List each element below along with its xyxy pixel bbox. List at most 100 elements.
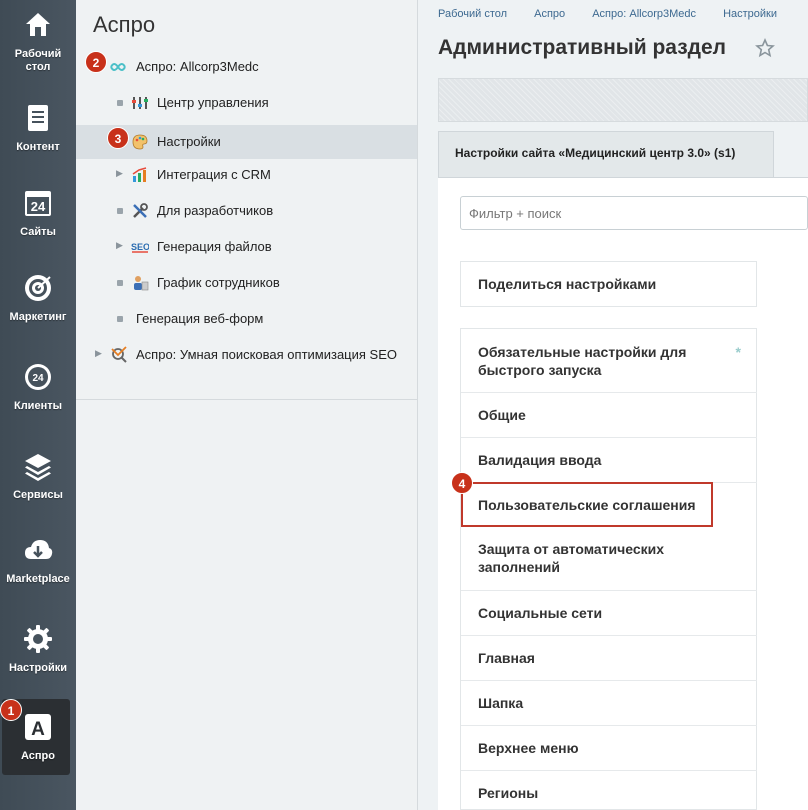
- gear-icon: [24, 625, 52, 653]
- svg-text:24: 24: [32, 373, 44, 384]
- menu-label-marketing: Маркетинг: [9, 311, 67, 323]
- tree-item-label: Генерация файлов: [157, 239, 272, 254]
- filter-search-input[interactable]: [460, 196, 808, 230]
- tree-item-label: Настройки: [157, 134, 221, 149]
- list-item-label: Валидация ввода: [478, 452, 602, 468]
- svg-text:SEO: SEO: [131, 242, 149, 252]
- tree-item-label: Генерация веб-форм: [136, 311, 264, 326]
- menu-item-sites[interactable]: 24 Сайты: [0, 188, 76, 239]
- list-item-top-menu[interactable]: Верхнее меню: [461, 726, 757, 771]
- step-badge-1: 1: [0, 699, 22, 721]
- target-icon: [25, 275, 51, 301]
- tree-item-label: Аспро: Allcorp3Medc: [136, 59, 259, 74]
- breadcrumb-link-allcorp3medc[interactable]: Аспро: Allcorp3Medc: [592, 8, 696, 20]
- list-item-label: Верхнее меню: [478, 740, 579, 756]
- employees-icon: [134, 276, 149, 291]
- tree-divider: [76, 399, 417, 400]
- favorite-star-icon[interactable]: [755, 38, 775, 58]
- list-item-autofill-protection[interactable]: Защита от автоматических заполнений: [461, 528, 757, 591]
- main-menu-bar: Рабочий стол Контент 24 Сайты Маркетинг: [0, 0, 76, 810]
- menu-label-content: Контент: [16, 141, 60, 153]
- tab-bar: Настройки сайта «Медицинский центр 3.0» …: [438, 131, 808, 177]
- menu-label-marketplace: Marketplace: [6, 573, 70, 585]
- tree-item-label: Центр управления: [157, 95, 269, 110]
- tree-item-staff-schedule[interactable]: График сотрудников: [76, 266, 417, 300]
- calendar-24-icon: 24: [25, 191, 51, 216]
- tree-item-allcorp3medc[interactable]: Аспро: Allcorp3Medc: [76, 50, 417, 84]
- breadcrumb: Рабочий стол Аспро Аспро: Allcorp3Medc Н…: [438, 8, 801, 20]
- share-settings-button[interactable]: Поделиться настройками: [460, 261, 757, 307]
- step-badge-2: 2: [85, 51, 107, 73]
- menu-item-desktop[interactable]: Рабочий стол: [0, 10, 76, 74]
- list-item-label-line1: Обязательные настройки для: [478, 344, 687, 360]
- breadcrumb-link-settings[interactable]: Настройки: [723, 8, 777, 20]
- list-item-home[interactable]: Главная: [461, 636, 757, 681]
- menu-label-services: Сервисы: [13, 489, 63, 501]
- breadcrumb-link-desktop[interactable]: Рабочий стол: [438, 8, 507, 20]
- expand-arrow-icon[interactable]: ▶: [116, 168, 123, 179]
- menu-label-desktop-1: Рабочий: [14, 48, 62, 60]
- list-item-label-line2: быстрого запуска: [478, 362, 602, 378]
- tree-item-label: График сотрудников: [157, 275, 280, 290]
- settings-section-list: Обязательные настройки для быстрого запу…: [460, 328, 757, 810]
- svg-text:A: A: [31, 719, 45, 740]
- tree-title: Аспро: [93, 12, 156, 37]
- bullet-icon: [117, 100, 123, 106]
- tree-item-developers[interactable]: Для разработчиков: [76, 194, 417, 228]
- control-panel-icon: [132, 97, 148, 109]
- svg-text:24: 24: [31, 199, 46, 214]
- chart-icon: [132, 167, 147, 182]
- tree-item-label: Интеграция с CRM: [157, 167, 271, 182]
- list-item-user-agreements[interactable]: Пользовательские соглашения: [461, 482, 713, 527]
- menu-label-sites: Сайты: [20, 226, 56, 238]
- tree-item-file-generation[interactable]: ▶ SEO Генерация файлов: [76, 230, 417, 264]
- home-icon: [26, 13, 50, 36]
- cloud-download-icon: [25, 540, 53, 559]
- clients-24-icon: 24: [25, 364, 51, 390]
- menu-item-services[interactable]: Сервисы: [0, 451, 76, 502]
- list-item-label: Главная: [478, 650, 535, 666]
- menu-item-marketing[interactable]: Маркетинг: [0, 273, 76, 324]
- seo-icon: SEO: [131, 242, 149, 253]
- bullet-icon: [117, 316, 123, 322]
- breadcrumb-link-aspro[interactable]: Аспро: [534, 8, 565, 20]
- menu-item-content[interactable]: Контент: [0, 103, 76, 154]
- list-item-label-line2: заполнений: [478, 559, 561, 575]
- step-badge-3: 3: [107, 127, 129, 149]
- tree-item-control-center[interactable]: Центр управления: [76, 86, 417, 120]
- list-item-label: Регионы: [478, 785, 539, 801]
- aspro-logo-icon: [110, 63, 126, 71]
- document-icon: [28, 105, 48, 131]
- page-title: Административный раздел: [438, 36, 727, 59]
- aspro-a-icon: A: [25, 714, 51, 740]
- layers-icon: [25, 454, 51, 481]
- menu-label-desktop-2: стол: [25, 61, 51, 73]
- list-item-general[interactable]: Общие: [461, 393, 757, 438]
- step-badge-4: 4: [451, 472, 473, 494]
- list-item-label: Пользовательские соглашения: [478, 497, 696, 513]
- tree-item-crm-integration[interactable]: ▶ Интеграция с CRM: [76, 158, 417, 192]
- expand-arrow-icon[interactable]: ▶: [95, 348, 102, 359]
- menu-item-marketplace[interactable]: Marketplace: [0, 535, 76, 586]
- list-item-label: Социальные сети: [478, 605, 603, 621]
- bullet-icon: [117, 280, 123, 286]
- tree-item-seo-optimization[interactable]: ▶ Аспро: Умная поисковая оптимизация SEO: [76, 338, 417, 372]
- list-item-social-networks[interactable]: Социальные сети: [461, 591, 757, 636]
- seo-search-icon: [111, 346, 127, 363]
- list-item-header[interactable]: Шапка: [461, 681, 757, 726]
- expand-arrow-icon[interactable]: ▶: [116, 240, 123, 251]
- bullet-icon: [117, 208, 123, 214]
- menu-label-clients: Клиенты: [13, 400, 62, 412]
- tab-site-settings[interactable]: Настройки сайта «Медицинский центр 3.0» …: [438, 131, 774, 177]
- tree-item-label: Аспро: Умная поисковая оптимизация SEO: [136, 347, 397, 362]
- list-item-label: Общие: [478, 407, 526, 423]
- list-item-regions[interactable]: Регионы: [461, 771, 757, 810]
- menu-item-clients[interactable]: 24 Клиенты: [0, 362, 76, 413]
- list-item-label-line1: Защита от автоматических: [478, 541, 665, 557]
- list-item-input-validation[interactable]: Валидация ввода: [461, 438, 757, 483]
- tree-item-label: Для разработчиков: [157, 203, 274, 218]
- list-item-required-settings[interactable]: Обязательные настройки для быстрого запу…: [461, 329, 757, 393]
- required-asterisk-icon: *: [735, 344, 741, 360]
- menu-item-settings[interactable]: Настройки: [0, 624, 76, 675]
- tree-item-webform-generation[interactable]: Генерация веб-форм: [76, 302, 417, 336]
